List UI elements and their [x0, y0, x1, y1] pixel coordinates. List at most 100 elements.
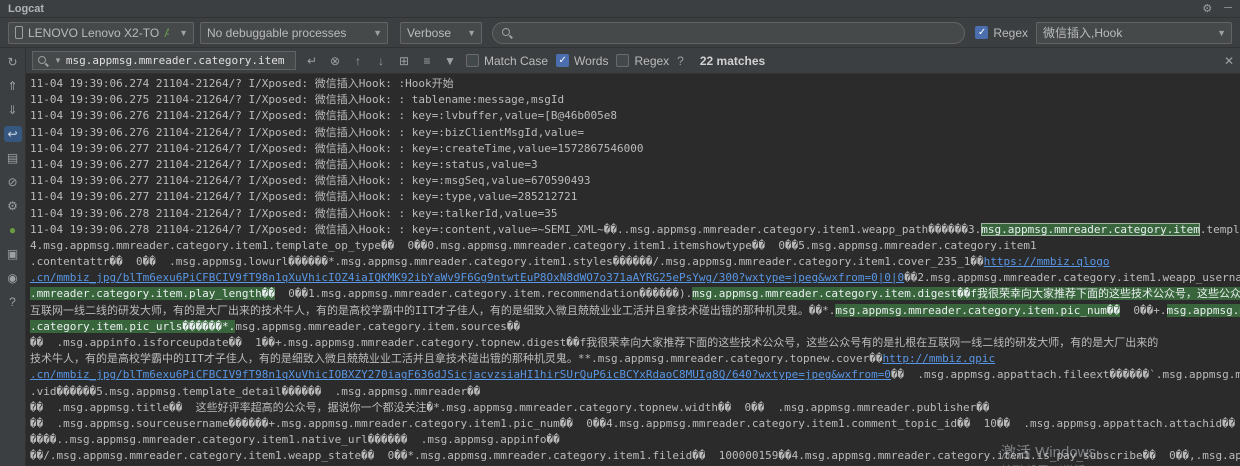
log-line: ����..msg.appmsg.mmreader.category.item1… — [30, 432, 1240, 448]
log-text: 11-04 19:39:06.277 21104-21264/? I/Xpose… — [30, 174, 591, 188]
previous-occurrence-icon[interactable]: ↑ — [350, 54, 366, 68]
screen-record-icon[interactable]: ◉ — [4, 270, 22, 286]
log-text: msg.appmsg.mmreader.category.item — [981, 222, 1200, 236]
log-line: 11-04 19:39:06.274 21104-21264/? I/Xpose… — [30, 76, 1240, 92]
regex-checkbox-label: Regex — [993, 25, 1028, 40]
log-line: 11-04 19:39:06.278 21104-21264/? I/Xpose… — [30, 222, 1240, 238]
toolbar-regex-checkbox[interactable]: Regex — [975, 26, 1028, 40]
log-text: �� .msg.appmsg.title�� 这些好评率超高的公众号，据说你一个… — [30, 400, 990, 414]
close-icon[interactable]: ✕ — [1224, 54, 1234, 68]
words-checkbox[interactable]: Words — [556, 54, 608, 68]
find-input[interactable] — [65, 54, 290, 67]
log-text: 0��1.msg.appmsg.mmreader.category.item.r… — [275, 287, 693, 301]
newline-icon[interactable]: ↵ — [304, 54, 320, 68]
log-text: 互联网一线二线的研发大师，有的是大厂出来的技术牛人，有的是高校学霸中的IIT才子… — [30, 303, 836, 317]
log-line: 11-04 19:39:06.276 21104-21264/? I/Xpose… — [30, 108, 1240, 124]
log-text: 0��+. — [1120, 303, 1167, 317]
log-text: .category.item.pic_urls������*. — [30, 319, 236, 333]
log-link[interactable]: https://mmbiz.qlogo — [984, 255, 1110, 268]
process-selector-value: No debuggable processes — [207, 25, 347, 40]
log-text: 11-04 19:39:06.278 21104-21264/? I/Xpose… — [30, 222, 982, 236]
device-selector[interactable]: LENOVO Lenovo X2-TO Androic ▼ — [8, 21, 194, 44]
log-output: 11-04 19:39:06.274 21104-21264/? I/Xpose… — [26, 74, 1240, 466]
find-regex-checkbox[interactable]: Regex — [616, 54, 669, 68]
log-line: �� .msg.appmsg.sourceusername������+.msg… — [30, 416, 1240, 432]
match-case-checkbox[interactable]: Match Case — [466, 54, 548, 68]
log-link[interactable]: http://mmbiz.qpic — [883, 352, 996, 365]
chevron-down-icon: ▼ — [1217, 27, 1226, 38]
log-link[interactable]: .cn/mmbiz_jpg/blTm6exu6PiCFBCIV9fT98n1qX… — [30, 368, 891, 381]
soft-wrap-icon[interactable]: ↩ — [3, 126, 22, 142]
log-text: ����..msg.appmsg.mmreader.category.item1… — [30, 433, 560, 447]
log-line: 11-04 19:39:06.277 21104-21264/? I/Xpose… — [30, 189, 1240, 205]
find-field[interactable]: ▼ — [32, 51, 296, 70]
search-history-chevron-icon[interactable]: ▼ — [54, 56, 62, 65]
filter-search-icon[interactable]: ▼ — [442, 54, 458, 68]
print-icon[interactable]: ▤ — [4, 150, 22, 166]
log-text: .template_op_type�� 0�� — [1199, 222, 1240, 236]
words-checkbox-box[interactable] — [556, 54, 570, 67]
log-line: .vid������5.msg.appmsg.template_detail��… — [30, 384, 1240, 400]
screenshot-icon[interactable]: ▣ — [4, 246, 22, 262]
log-line: .category.item.pic_urls������*.msg.appms… — [30, 319, 1240, 335]
window-title: Logcat — [8, 2, 45, 15]
filter-selector[interactable]: 微信插入,Hook ▼ — [1036, 21, 1232, 44]
settings-gear-icon[interactable]: ⚙ — [1202, 2, 1212, 15]
log-line: .contentattr�� 0�� .msg.appmsg.lowurl���… — [30, 254, 1240, 270]
process-selector[interactable]: No debuggable processes ▼ — [200, 21, 388, 44]
log-level-selector[interactable]: Verbose ▼ — [400, 21, 482, 44]
log-line: 11-04 19:39:06.275 21104-21264/? I/Xpose… — [30, 92, 1240, 108]
log-text: �� .msg.appinfo.isforceupdate�� 1��+.msg… — [30, 336, 1159, 349]
log-text: 11-04 19:39:06.274 21104-21264/? I/Xpose… — [30, 77, 454, 90]
log-text: ��2.msg.appmsg.mmreader.category.item1.w… — [904, 271, 1240, 285]
help-icon[interactable]: ? — [4, 294, 22, 310]
regex-checkbox-box[interactable] — [975, 26, 989, 39]
log-text: msg.appmsg.mmreader — [1166, 303, 1240, 317]
log-line: 互联网一线二线的研发大师，有的是大厂出来的技术牛人，有的是高校学霸中的IIT才子… — [30, 303, 1240, 319]
clear-search-icon[interactable]: ⊗ — [327, 54, 343, 68]
log-line: �� .msg.appmsg.title�� 这些好评率超高的公众号，据说你一个… — [30, 400, 1240, 416]
scroll-to-end-icon[interactable]: ⇓ — [4, 102, 22, 118]
device-name: LENOVO Lenovo X2-TO — [28, 25, 160, 40]
highlight-all-icon[interactable]: ≡ — [419, 54, 435, 68]
log-text: 11-04 19:39:06.277 21104-21264/? I/Xpose… — [30, 141, 644, 155]
log-line: .cn/mmbiz_jpg/blTm6exu6PiCFBCIV9fT98n1qX… — [30, 367, 1240, 383]
next-occurrence-icon[interactable]: ↓ — [373, 54, 389, 68]
log-text: 11-04 19:39:06.278 21104-21264/? I/Xpose… — [30, 206, 558, 220]
android-monitor-icon[interactable]: ● — [4, 222, 22, 238]
scroll-to-top-icon[interactable]: ⇑ — [4, 78, 22, 94]
log-text: �� .msg.appmsg.appattach.fileext������`.… — [890, 368, 1240, 382]
logcat-titlebar: Logcat ⚙ ─ — [0, 0, 1240, 18]
find-regex-checkbox-box[interactable] — [616, 54, 630, 67]
words-label: Words — [574, 53, 609, 68]
log-text: msg.appmsg.mmreader.category.item.source… — [235, 319, 521, 333]
chevron-down-icon: ▼ — [373, 27, 382, 38]
logcat-window: Logcat ⚙─ LENOVO Lenovo X2-TO Androic ▼ … — [0, 0, 1240, 466]
log-line: 4.msg.appmsg.mmreader.category.item1.tem… — [30, 238, 1240, 254]
match-case-checkbox-box[interactable] — [466, 54, 479, 67]
select-all-occurrences-icon[interactable]: ⊞ — [396, 54, 412, 68]
log-line: 11-04 19:39:06.276 21104-21264/? I/Xpose… — [30, 125, 1240, 141]
log-text: 11-04 19:39:06.277 21104-21264/? I/Xpose… — [30, 190, 578, 204]
log-line: 11-04 19:39:06.277 21104-21264/? I/Xpose… — [30, 157, 1240, 173]
device-phone-icon — [15, 26, 23, 39]
log-text: 11-04 19:39:06.275 21104-21264/? I/Xpose… — [30, 93, 565, 107]
hide-icon[interactable]: ─ — [1224, 2, 1232, 15]
log-text: msg.appmsg.mmreader.category.item.digest… — [692, 287, 1240, 301]
log-line: 11-04 19:39:06.277 21104-21264/? I/Xpose… — [30, 173, 1240, 189]
restart-icon[interactable]: ↻ — [4, 54, 22, 70]
log-text: 技术牛人，有的是高校学霸中的IIT才子佳人，有的是细致入微且兢兢业业工活并且拿技… — [30, 352, 883, 366]
log-line: ��/.msg.appmsg.mmreader.category.item1.w… — [30, 448, 1240, 464]
find-bar-icons: ↵ ⊗ ↑ ↓ ⊞ ≡ ▼ — [304, 54, 458, 68]
clear-logcat-icon[interactable]: ⊘ — [4, 174, 22, 190]
log-text: �� .msg.appmsg.sourceusername������+.msg… — [30, 416, 1236, 430]
log-text: 11-04 19:39:06.277 21104-21264/? I/Xpose… — [30, 157, 538, 171]
help-icon[interactable]: ? — [677, 54, 684, 68]
log-link[interactable]: .cn/mmbiz_jpg/blTm6exu6PiCFBCIV9fT98n1qX… — [30, 271, 904, 284]
settings-icon[interactable]: ⚙ — [4, 198, 22, 214]
match-case-label: Match Case — [484, 53, 549, 68]
logcat-search-box[interactable] — [492, 21, 966, 44]
find-regex-label: Regex — [634, 53, 670, 68]
logcat-search-input[interactable] — [520, 25, 956, 40]
filter-selector-value: 微信插入,Hook — [1043, 26, 1123, 40]
